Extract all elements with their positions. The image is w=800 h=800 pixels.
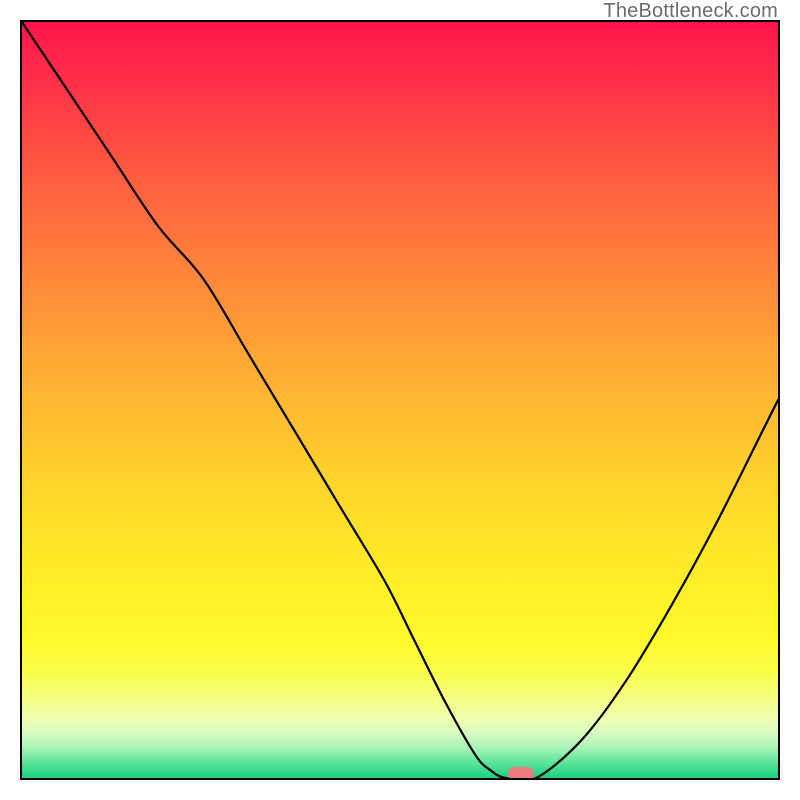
bottleneck-chart: TheBottleneck.com — [0, 0, 800, 800]
optimum-marker — [508, 767, 534, 780]
bottleneck-curve-path — [22, 22, 778, 778]
curve-layer — [22, 22, 778, 778]
plot-area — [20, 20, 780, 780]
